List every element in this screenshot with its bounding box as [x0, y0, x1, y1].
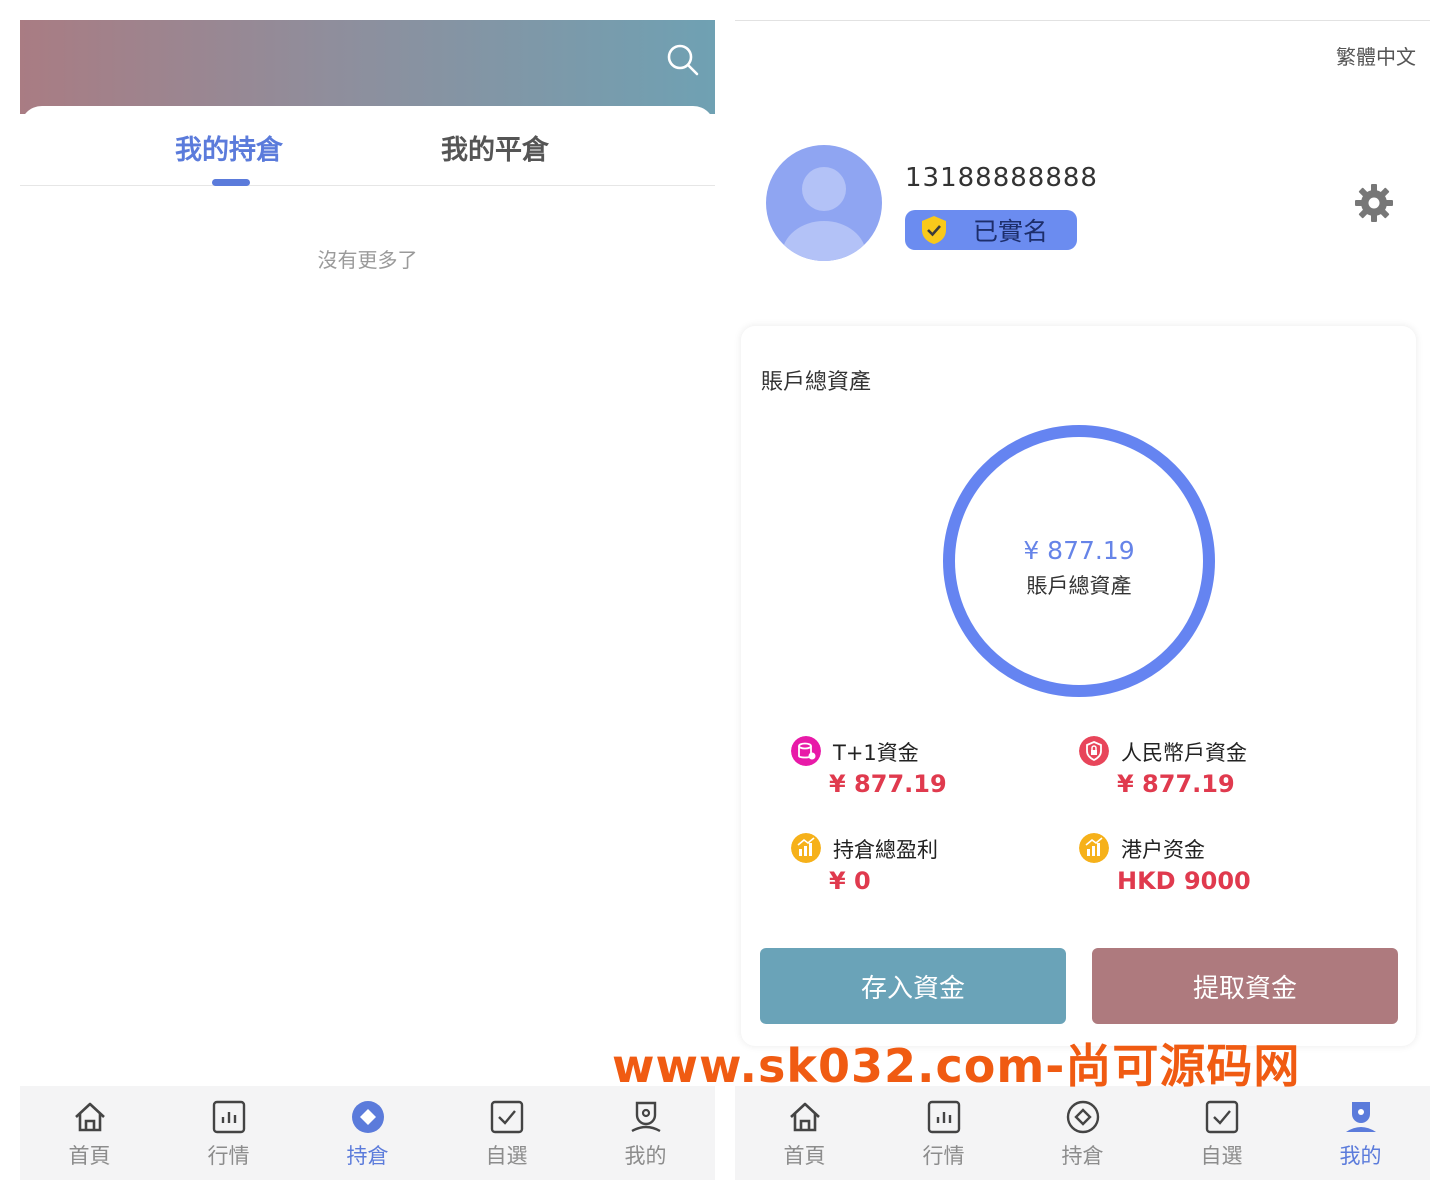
nav-positions[interactable]: 持倉 [1013, 1086, 1152, 1180]
tab-closed-positions[interactable]: 我的平倉 [441, 128, 549, 167]
stat-value: ¥ 877.19 [829, 770, 947, 798]
profile-screen: 繁體中文 13188888888 已實名 賬戶總資產 ¥ 877.19 賬戶總資… [735, 20, 1430, 1180]
stat-label: 持倉總盈利 [833, 838, 938, 862]
avatar[interactable] [766, 145, 882, 261]
header-banner [20, 20, 715, 114]
no-more-text: 沒有更多了 [317, 248, 418, 272]
position-tabs: 我的持倉 我的平倉 [20, 106, 715, 186]
nav-label: 首頁 [783, 1144, 826, 1168]
user-phone: 13188888888 [905, 163, 1098, 193]
shield-check-icon [922, 216, 946, 244]
total-amount: ¥ 877.19 [1023, 536, 1135, 565]
position-icon [351, 1101, 384, 1133]
tab-my-positions[interactable]: 我的持倉 [175, 128, 283, 167]
nav-label: 首頁 [68, 1144, 111, 1168]
positions-panel: 我的持倉 我的平倉 沒有更多了 [20, 106, 715, 1180]
nav-watchlist[interactable]: 自選 [1152, 1086, 1291, 1180]
stat-value: ¥ 0 [829, 867, 871, 895]
verified-badge: 已實名 [905, 210, 1077, 250]
nav-label: 行情 [922, 1144, 965, 1168]
chart-up-icon [791, 833, 821, 863]
assets-card: 賬戶總資產 ¥ 877.19 賬戶總資產 T+1資金 ¥ 877.19 人民幣戶… [741, 326, 1416, 1046]
gear-icon[interactable] [1354, 183, 1394, 223]
nav-label: 持倉 [346, 1144, 389, 1168]
shield-lock-icon [1079, 736, 1109, 766]
nav-label: 我的 [624, 1144, 667, 1168]
checkbox-icon [1205, 1100, 1238, 1134]
verified-label: 已實名 [973, 217, 1049, 246]
avatar-placeholder-icon [782, 167, 866, 261]
position-icon [1066, 1100, 1099, 1134]
stat-value: ¥ 877.19 [1117, 770, 1235, 798]
nav-market[interactable]: 行情 [874, 1086, 1013, 1180]
nav-label: 自選 [485, 1144, 528, 1168]
withdraw-button[interactable]: 提取資金 [1092, 948, 1398, 1024]
user-icon [1345, 1102, 1376, 1132]
watermark-text: www.sk032.com-尚可源码网 [612, 1039, 1301, 1093]
nav-home[interactable]: 首頁 [735, 1086, 874, 1180]
user-icon [630, 1101, 661, 1133]
nav-mine[interactable]: 我的 [576, 1086, 715, 1180]
bar-chart-icon [212, 1100, 245, 1134]
nav-label: 持倉 [1061, 1144, 1104, 1168]
total-amount-label: 賬戶總資產 [1026, 574, 1132, 598]
database-icon [791, 736, 821, 766]
stat-label: T+1資金 [833, 741, 919, 765]
nav-label: 自選 [1200, 1144, 1243, 1168]
nav-watchlist[interactable]: 自選 [437, 1086, 576, 1180]
nav-label: 我的 [1339, 1144, 1382, 1168]
language-switch[interactable]: 繁體中文 [1336, 41, 1416, 70]
stat-value: HKD 9000 [1117, 867, 1251, 895]
nav-mine[interactable]: 我的 [1291, 1086, 1430, 1180]
deposit-button[interactable]: 存入資金 [760, 948, 1066, 1024]
stat-label: 人民幣戶資金 [1121, 741, 1247, 765]
bar-chart-icon [927, 1100, 960, 1134]
nav-market[interactable]: 行情 [159, 1086, 298, 1180]
home-icon [789, 1102, 820, 1132]
stat-label: 港户资金 [1121, 838, 1205, 862]
bottom-nav: 首頁 行情 持倉 自選 我的 [20, 1086, 715, 1180]
nav-label: 行情 [207, 1144, 250, 1168]
search-icon[interactable] [665, 42, 701, 78]
positions-screen: 我的持倉 我的平倉 沒有更多了 首頁 行情 持倉 自選 我的 [20, 20, 715, 1180]
checkbox-icon [490, 1100, 523, 1134]
active-tab-indicator [212, 179, 250, 186]
home-icon [74, 1102, 105, 1132]
assets-title: 賬戶總資產 [761, 370, 872, 395]
nav-home[interactable]: 首頁 [20, 1086, 159, 1180]
bottom-nav: 首頁 行情 持倉 自選 我的 [735, 1086, 1430, 1180]
nav-positions[interactable]: 持倉 [298, 1086, 437, 1180]
chart-up-icon [1079, 833, 1109, 863]
